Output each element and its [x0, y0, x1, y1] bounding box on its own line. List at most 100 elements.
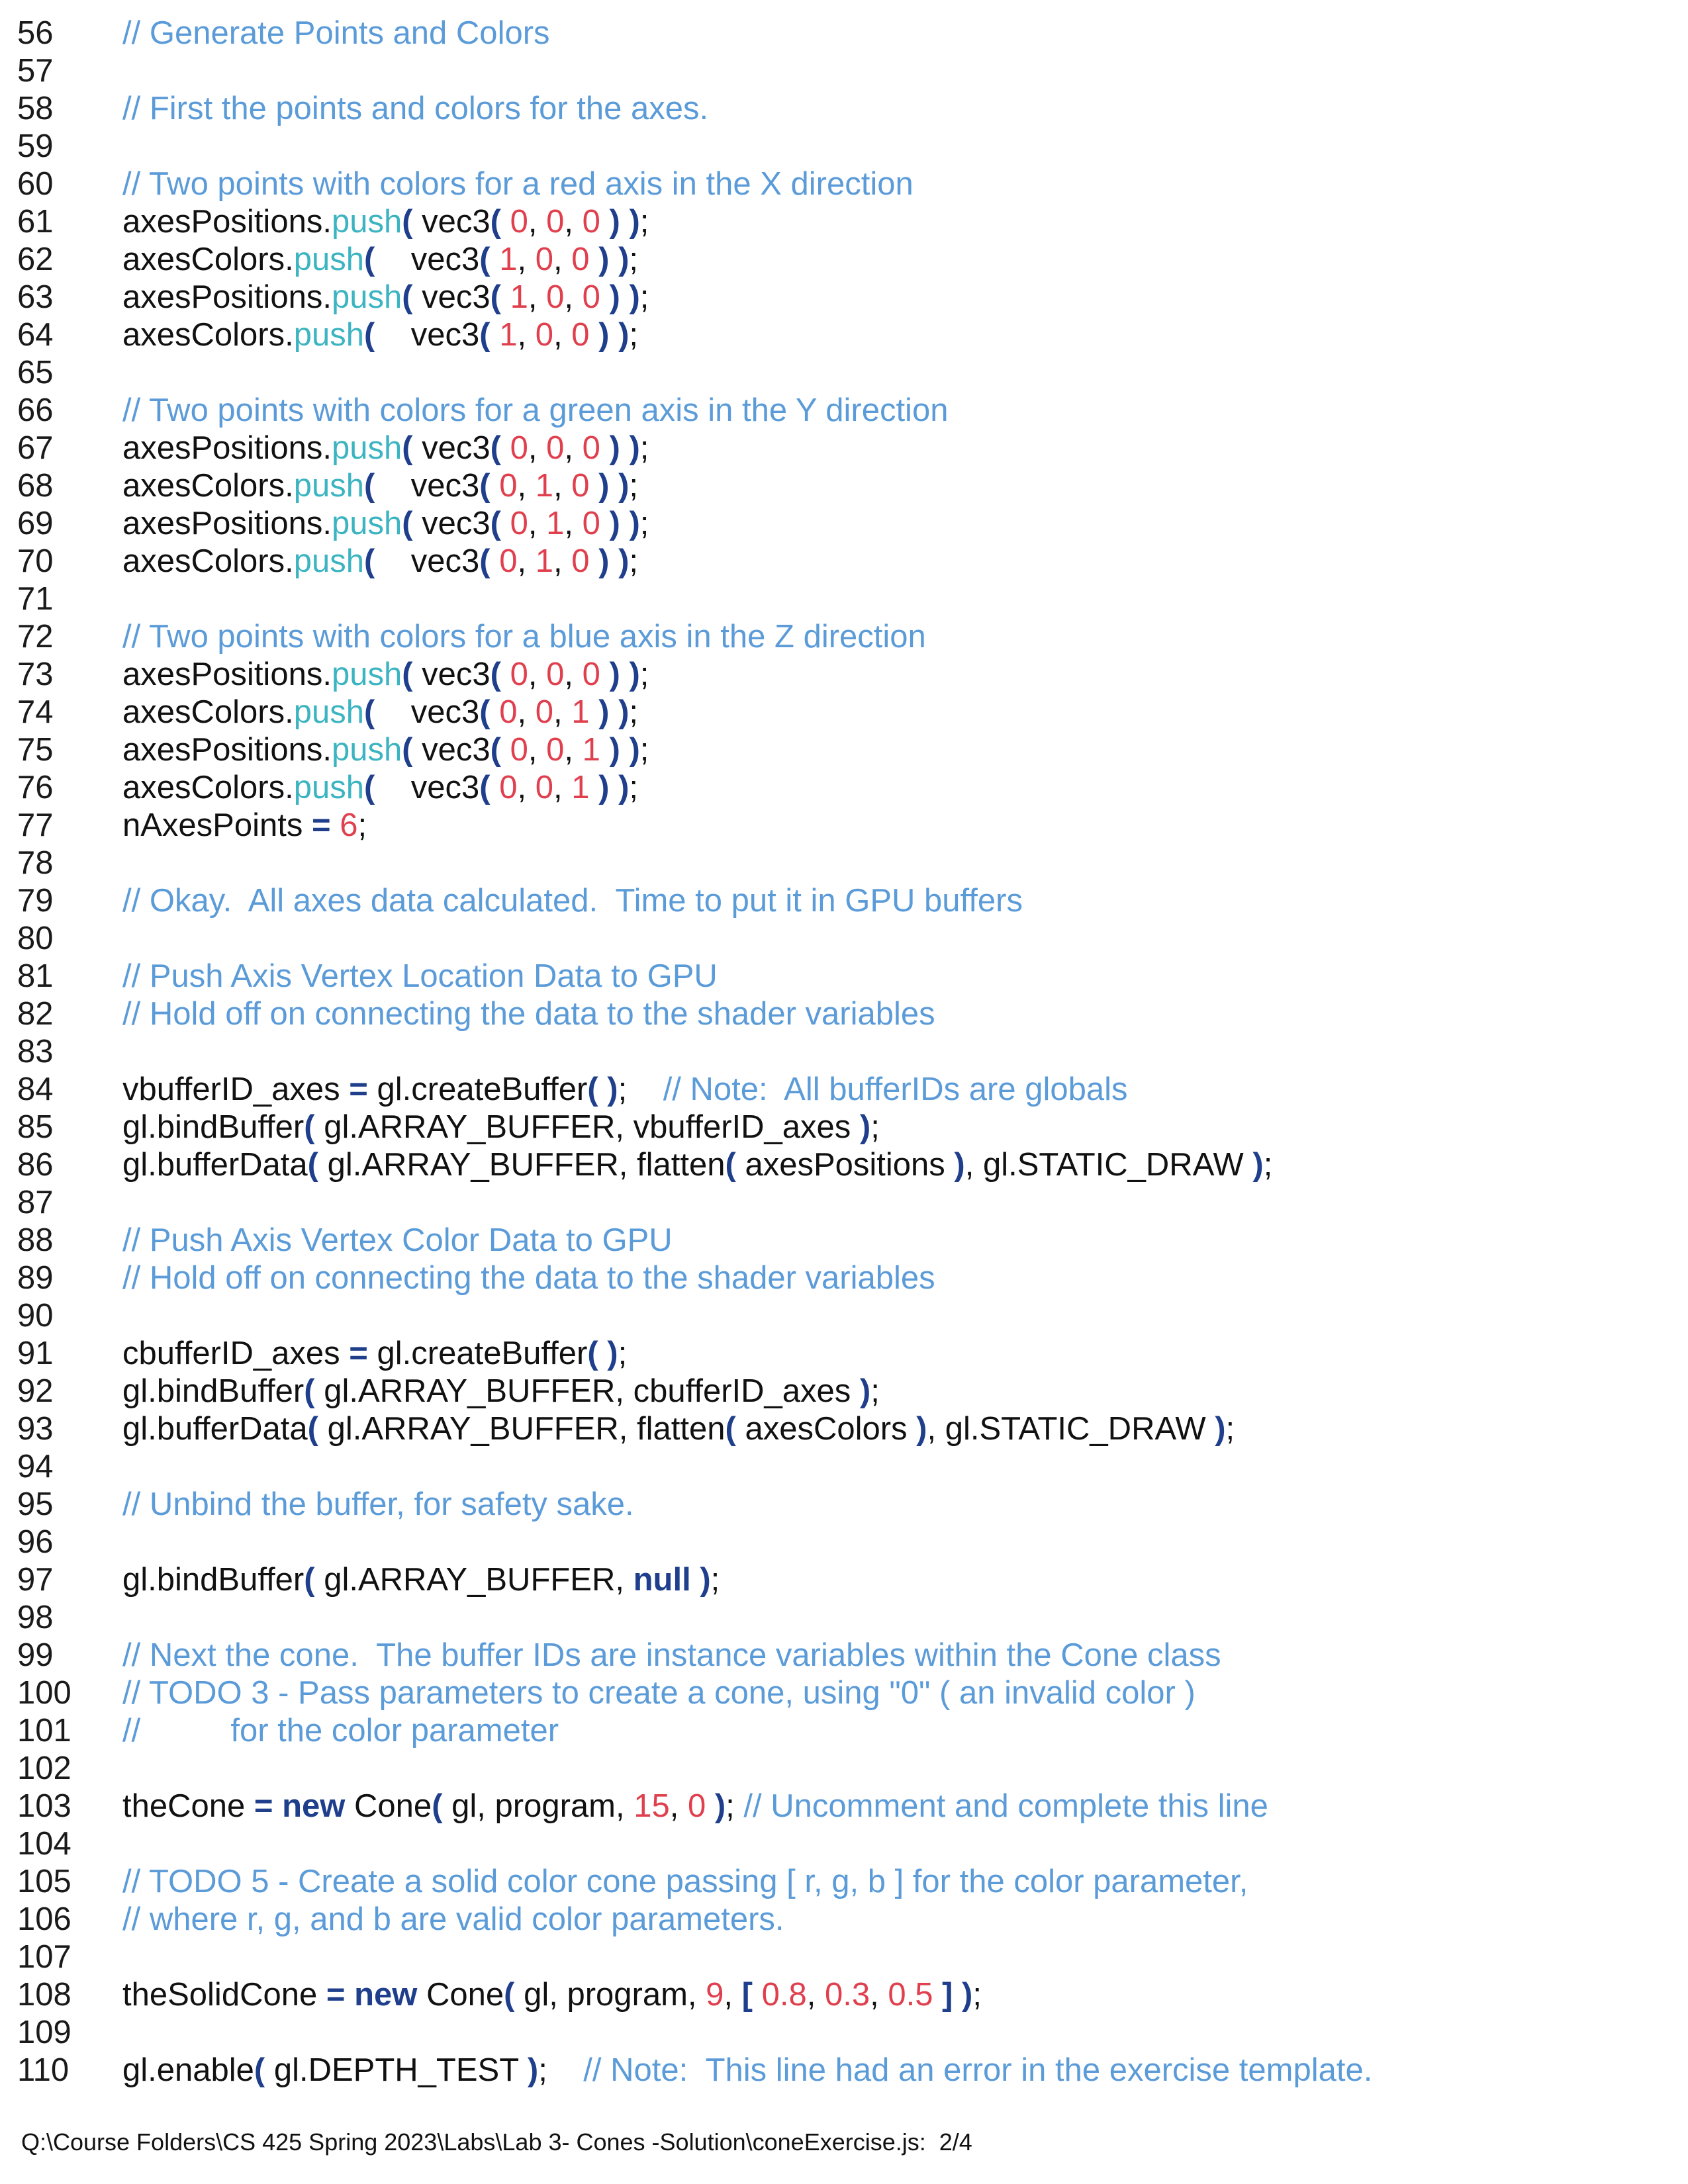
- line-number: 59: [17, 128, 54, 164]
- punctuation-token: (: [402, 732, 413, 768]
- code-token: ;: [639, 204, 649, 240]
- punctuation-token: (: [479, 317, 491, 353]
- line-number: 73: [17, 657, 54, 692]
- punctuation-token: =: [254, 1788, 273, 1824]
- punctuation-token: ]: [942, 1977, 953, 2013]
- page-footer-path: Q:\Course Folders\CS 425 Spring 2023\Lab…: [21, 2128, 972, 2156]
- method-token: push: [331, 204, 402, 240]
- number-token: 0: [510, 430, 528, 466]
- code-token: axesColors.: [122, 770, 294, 805]
- code-token: ,: [806, 1977, 825, 2013]
- line-number: 76: [17, 770, 54, 805]
- number-token: 1: [571, 770, 590, 805]
- code-token: Cone: [417, 1977, 504, 2013]
- comment-token: // TODO 3 - Pass parameters to create a …: [122, 1675, 1196, 1711]
- code-token: ,: [564, 279, 583, 315]
- line-number: 84: [17, 1071, 54, 1107]
- line-number: 63: [17, 279, 54, 315]
- punctuation-token: (: [479, 468, 491, 504]
- code-token: gl.bufferData: [122, 1411, 308, 1447]
- code-token: axesColors.: [122, 694, 294, 730]
- line-number: 56: [17, 15, 54, 51]
- punctuation-token: (: [363, 468, 375, 504]
- line-number: 98: [17, 1600, 54, 1635]
- method-token: push: [293, 242, 364, 277]
- punctuation-token: =: [312, 807, 331, 843]
- code-token: vec3: [375, 543, 480, 579]
- code-token: ;: [639, 732, 649, 768]
- code-line: 93 gl.bufferData( gl.ARRAY_BUFFER, flatte…: [0, 1410, 1688, 1448]
- code-text: // TODO 3 - Pass parameters to create a …: [122, 1674, 1196, 1712]
- line-number: 77: [17, 807, 54, 843]
- code-token: vbufferID_axes: [122, 1071, 350, 1107]
- punctuation-token: (: [490, 430, 501, 466]
- number-token: 0.3: [824, 1977, 870, 2013]
- code-text: // TODO 5 - Create a solid color cone pa…: [122, 1863, 1248, 1901]
- code-text: // Push Axis Vertex Location Data to GPU: [122, 958, 718, 995]
- code-line: 74 axesColors.push( vec3( 0, 0, 1 ) );: [0, 694, 1688, 731]
- code-line: 90: [0, 1297, 1688, 1335]
- code-text: gl.enable( gl.DEPTH_TEST ); // Note: Thi…: [122, 2052, 1372, 2089]
- method-token: push: [331, 430, 402, 466]
- punctuation-token: ): [629, 430, 640, 466]
- code-token: ,: [517, 694, 536, 730]
- number-token: 0.5: [888, 1977, 933, 2013]
- code-token: ,: [564, 204, 583, 240]
- code-token: axesPositions.: [122, 506, 332, 541]
- code-line: 72 // Two points with colors for a blue a…: [0, 618, 1688, 656]
- line-number: 109: [17, 2015, 71, 2050]
- punctuation-token: =: [349, 1336, 368, 1371]
- punctuation-token: (: [479, 770, 491, 805]
- number-token: 0: [535, 242, 553, 277]
- punctuation-token: ): [629, 732, 640, 768]
- code-token: gl.createBuffer: [367, 1336, 588, 1371]
- line-number: 110: [17, 2052, 70, 2088]
- comment-token: // Note: This line had an error in the e…: [583, 2052, 1373, 2088]
- code-token: ;: [1225, 1411, 1235, 1447]
- code-text: axesPositions.push( vec3( 0, 1, 0 ) );: [122, 505, 649, 543]
- line-number: 97: [17, 1562, 54, 1598]
- code-text: theCone = new Cone( gl, program, 15, 0 )…: [122, 1788, 1268, 1825]
- line-number: 107: [17, 1939, 71, 1975]
- punctuation-token: ): [609, 732, 620, 768]
- punctuation-token: (: [402, 506, 413, 541]
- punctuation-token: ): [609, 657, 620, 692]
- line-number: 64: [17, 317, 54, 353]
- code-token: ;: [629, 770, 639, 805]
- punctuation-token: (: [490, 657, 501, 692]
- code-line: 110 gl.enable( gl.DEPTH_TEST ); // Note: …: [0, 2052, 1688, 2089]
- number-token: 0: [510, 732, 528, 768]
- code-line: 103 theCone = new Cone( gl, program, 15, …: [0, 1788, 1688, 1825]
- punctuation-token: =: [349, 1071, 368, 1107]
- code-line: 97 gl.bindBuffer( gl.ARRAY_BUFFER, null )…: [0, 1561, 1688, 1599]
- punctuation-token: (: [490, 204, 501, 240]
- line-number: 93: [17, 1411, 54, 1447]
- code-line: 98: [0, 1599, 1688, 1637]
- code-text: // Push Axis Vertex Color Data to GPU: [122, 1222, 673, 1259]
- punctuation-token: ): [954, 1147, 965, 1183]
- code-token: ,: [517, 317, 536, 353]
- code-line: 73 axesPositions.push( vec3( 0, 0, 0 ) );: [0, 656, 1688, 694]
- comment-token: // Note: All bufferIDs are globals: [663, 1071, 1128, 1107]
- code-token: axesColors.: [122, 242, 294, 277]
- line-number: 68: [17, 468, 54, 504]
- code-line: 58 // First the points and colors for the…: [0, 90, 1688, 128]
- punctuation-token: ): [598, 242, 610, 277]
- number-token: 0: [535, 770, 553, 805]
- code-line: 59: [0, 128, 1688, 165]
- punctuation-token: (: [307, 1147, 318, 1183]
- code-token: ;: [870, 1109, 880, 1145]
